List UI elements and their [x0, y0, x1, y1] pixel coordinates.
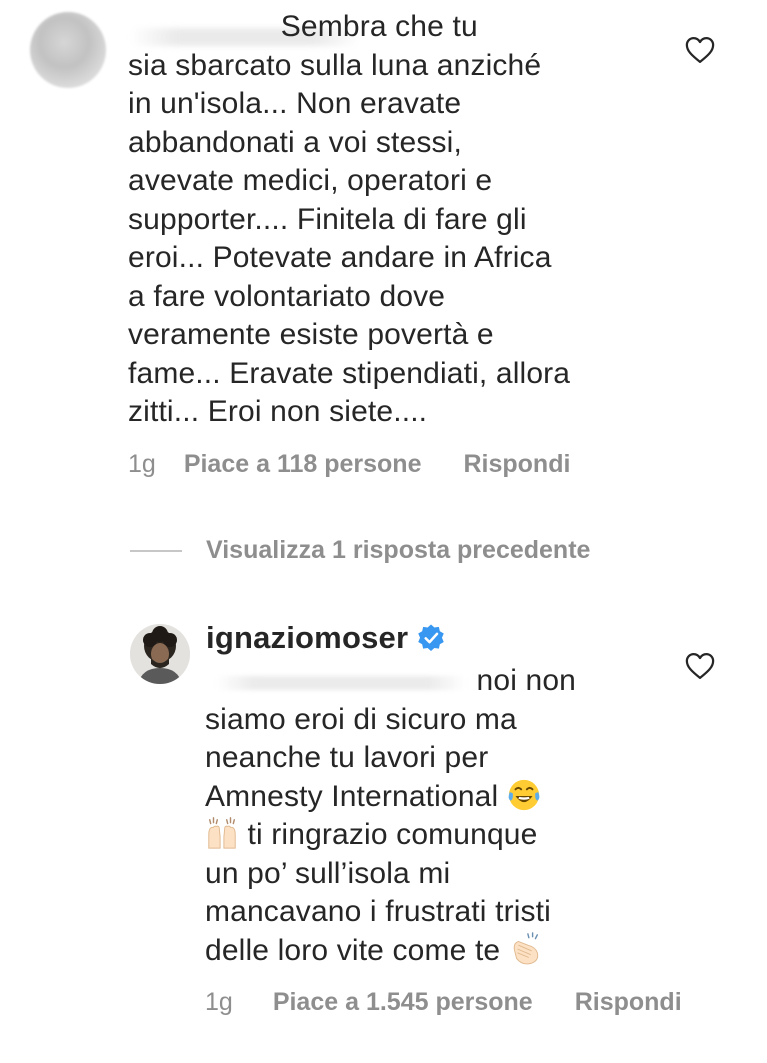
comment-line: eroi... Potevate andare in Africa — [128, 241, 552, 274]
comment-line: zitti... Eroi non siete.... — [128, 395, 428, 428]
reply-age: 1g — [205, 988, 233, 1016]
reply-header: ignaziomoser — [206, 620, 446, 656]
comment-line: a fare volontariato dove — [128, 279, 446, 313]
comment-line: veramente esiste povertà e — [128, 318, 494, 351]
comment-likes-link[interactable]: Piace a 118 persone — [184, 450, 422, 479]
raised-hands-emoji-icon — [205, 816, 239, 850]
reply-likes-link[interactable]: Piace a 1.545 persone — [273, 988, 533, 1017]
comment-line: Sembra che tu — [128, 10, 478, 43]
comment-age: 1g — [128, 450, 156, 478]
reply-line: siamo eroi di sicuro ma — [205, 702, 517, 736]
view-replies-toggle[interactable]: Visualizza 1 risposta precedente — [130, 536, 590, 565]
comment-meta: 1g Piace a 118 persone Rispondi — [128, 450, 570, 479]
comment-line: fame... Eravate stipendiati, allora — [128, 356, 571, 390]
comment-line: avevate medici, operatori e — [128, 164, 493, 197]
reply-text: noi non siamo eroi di sicuro ma neanche … — [205, 662, 645, 970]
reply-line: Amnesty International — [205, 779, 499, 813]
verified-badge-icon — [416, 623, 446, 653]
laughing-tears-emoji-icon — [507, 778, 541, 812]
reply-meta: 1g Piace a 1.545 persone Rispondi — [205, 988, 682, 1017]
comment-line: abbandonati a voi stessi, — [128, 125, 462, 159]
reply-like-heart-icon[interactable] — [685, 652, 715, 680]
reply-reply-button[interactable]: Rispondi — [575, 988, 682, 1017]
view-replies-label[interactable]: Visualizza 1 risposta precedente — [206, 536, 590, 565]
reply-line: ti ringrazio comunque — [247, 818, 538, 851]
comments-view: Sembra che tu sia sbarcato sulla luna an… — [0, 0, 767, 1063]
reply-line: noi non — [205, 664, 576, 697]
reply-line: mancavano i frustrati tristi — [205, 895, 551, 928]
like-heart-icon[interactable] — [685, 36, 715, 64]
reply-username[interactable]: ignaziomoser — [206, 620, 408, 656]
reply-line: un po’ sull’isola mi — [205, 856, 451, 890]
clapping-hands-emoji-icon — [509, 931, 543, 966]
reply-avatar[interactable] — [130, 624, 190, 684]
reply-line: delle loro vite come te — [205, 933, 501, 967]
reply-button[interactable]: Rispondi — [463, 450, 570, 479]
divider-line — [130, 549, 182, 552]
commenter-avatar[interactable] — [30, 12, 106, 88]
reply-line: neanche tu lavori per — [205, 741, 489, 774]
comment-text: Sembra che tu sia sbarcato sulla luna an… — [128, 8, 648, 432]
comment-line: in un'isola... Non eravate — [128, 87, 462, 120]
comment-line: sia sbarcato sulla luna anziché — [128, 48, 542, 82]
comment-line: supporter.... Finitela di fare gli — [128, 202, 527, 236]
